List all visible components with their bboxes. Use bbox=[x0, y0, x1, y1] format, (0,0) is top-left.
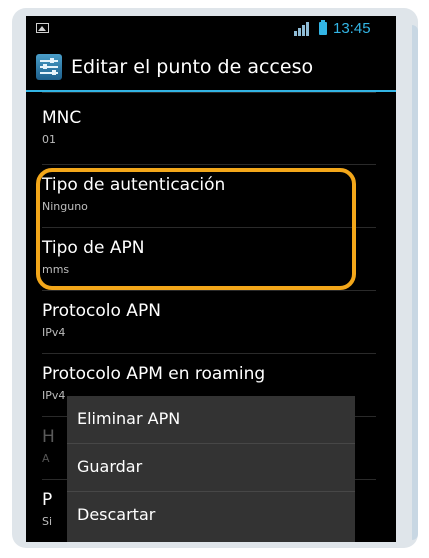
item-value: Si bbox=[42, 515, 53, 528]
image-notification-icon bbox=[36, 23, 49, 33]
item-value: 01 bbox=[42, 133, 56, 146]
item-title: P bbox=[42, 490, 53, 510]
phone-screen: 13:45 Editar el punto de acceso MNC 01 T… bbox=[26, 16, 396, 542]
item-title: MNC bbox=[42, 108, 82, 128]
signal-icon bbox=[294, 22, 312, 36]
menu-item-discard[interactable]: Descartar bbox=[67, 492, 355, 539]
battery-icon bbox=[319, 20, 327, 35]
settings-icon[interactable] bbox=[36, 54, 62, 80]
action-bar: Editar el punto de acceso bbox=[26, 42, 396, 92]
divider bbox=[42, 92, 376, 93]
item-value: IPv4 bbox=[42, 326, 66, 339]
item-value: IPv4 bbox=[42, 389, 66, 402]
status-bar: 13:45 bbox=[26, 16, 396, 42]
menu-item-save[interactable]: Guardar bbox=[67, 444, 355, 491]
menu-item-label: Eliminar APN bbox=[77, 409, 181, 428]
page-title: Editar el punto de acceso bbox=[71, 56, 314, 78]
item-value: A bbox=[42, 452, 50, 465]
menu-item-label: Guardar bbox=[77, 457, 143, 476]
menu-item-label: Descartar bbox=[77, 505, 156, 524]
options-menu: Eliminar APN Guardar Descartar bbox=[67, 396, 355, 542]
frame-shadow bbox=[412, 25, 418, 540]
highlight-outline bbox=[36, 168, 356, 290]
menu-item-delete-apn[interactable]: Eliminar APN bbox=[67, 396, 355, 443]
list-item-mnc[interactable]: MNC 01 bbox=[26, 98, 396, 160]
list-item-apn-protocol[interactable]: Protocolo APN IPv4 bbox=[26, 291, 396, 353]
item-title: Protocolo APM en roaming bbox=[42, 364, 266, 384]
item-title: H bbox=[42, 427, 55, 447]
item-title: Protocolo APN bbox=[42, 301, 161, 321]
status-time: 13:45 bbox=[333, 20, 371, 37]
